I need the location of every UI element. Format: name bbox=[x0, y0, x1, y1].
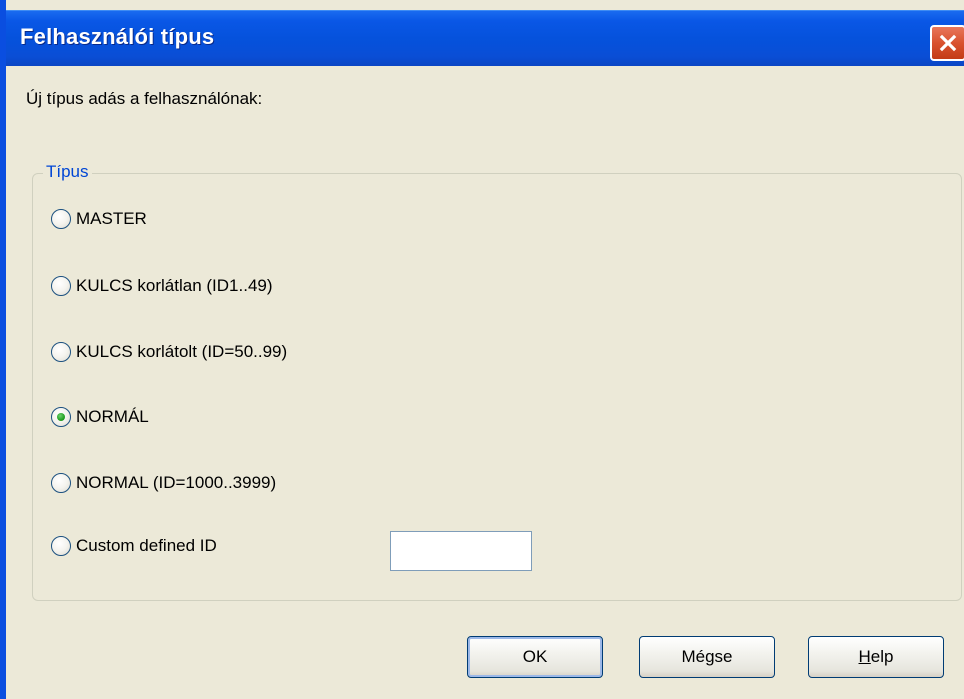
help-button-label: Help bbox=[859, 647, 894, 667]
radio-label: NORMÁL bbox=[76, 407, 149, 426]
radio-button[interactable] bbox=[51, 342, 71, 362]
ok-button[interactable]: OK bbox=[467, 636, 603, 678]
radio-button[interactable] bbox=[51, 473, 71, 493]
close-icon bbox=[939, 34, 957, 52]
dialog-window: Felhasználói típus Új típus adás a felha… bbox=[0, 0, 964, 699]
radio-kulcs-korlatolt[interactable]: KULCS korlátolt (ID=50..99) bbox=[51, 342, 287, 362]
title-bar[interactable]: Felhasználói típus bbox=[6, 10, 964, 66]
radio-label: KULCS korlátolt (ID=50..99) bbox=[76, 342, 288, 361]
dialog-content: Új típus adás a felhasználónak: Típus MA… bbox=[12, 66, 964, 699]
help-button[interactable]: Help bbox=[808, 636, 944, 678]
radio-normal-range[interactable]: NORMAL (ID=1000..3999) bbox=[51, 473, 276, 493]
ok-button-label: OK bbox=[522, 647, 548, 666]
cancel-button-label: Mégse bbox=[681, 647, 733, 666]
radio-custom-id[interactable]: Custom defined ID bbox=[51, 536, 217, 556]
radio-button-checked[interactable] bbox=[51, 407, 71, 427]
close-button[interactable] bbox=[930, 25, 964, 61]
radio-master[interactable]: MASTER bbox=[51, 209, 147, 229]
radio-button[interactable] bbox=[51, 276, 71, 296]
custom-id-input[interactable] bbox=[390, 531, 532, 571]
help-mnemonic: H bbox=[858, 647, 871, 666]
groupbox-legend: Típus bbox=[43, 162, 92, 182]
cancel-button[interactable]: Mégse bbox=[639, 636, 775, 678]
radio-label: MASTER bbox=[76, 209, 147, 228]
radio-normal-selected[interactable]: NORMÁL bbox=[51, 407, 149, 427]
prompt-label: Új típus adás a felhasználónak: bbox=[26, 89, 263, 108]
radio-label: NORMAL (ID=1000..3999) bbox=[76, 473, 277, 492]
radio-button[interactable] bbox=[51, 209, 71, 229]
radio-button[interactable] bbox=[51, 536, 71, 556]
radio-label: KULCS korlátlan (ID1..49) bbox=[76, 276, 273, 295]
window-title: Felhasználói típus bbox=[20, 24, 215, 49]
radio-kulcs-korlatlan[interactable]: KULCS korlátlan (ID1..49) bbox=[51, 276, 273, 296]
help-rest: elp bbox=[870, 647, 894, 666]
radio-label: Custom defined ID bbox=[76, 536, 217, 555]
